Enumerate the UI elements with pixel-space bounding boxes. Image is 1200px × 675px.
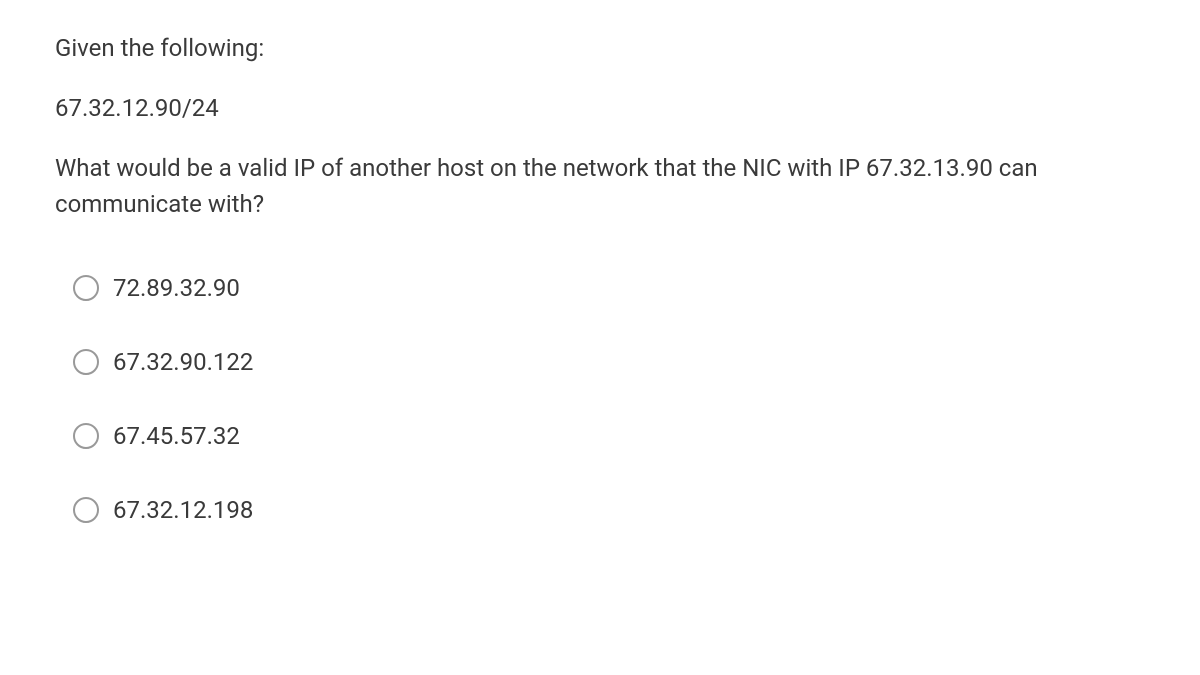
radio-icon xyxy=(73,349,99,375)
option-label: 67.45.57.32 xyxy=(113,418,240,454)
option-label: 67.32.90.122 xyxy=(113,344,253,380)
option-2[interactable]: 67.32.90.122 xyxy=(73,344,1145,380)
question-prompt: What would be a valid IP of another host… xyxy=(55,150,1145,222)
option-3[interactable]: 67.45.57.32 xyxy=(73,418,1145,454)
option-4[interactable]: 67.32.12.198 xyxy=(73,492,1145,528)
question-intro: Given the following: xyxy=(55,30,1145,66)
options-group: 72.89.32.90 67.32.90.122 67.45.57.32 67.… xyxy=(55,270,1145,528)
option-label: 72.89.32.90 xyxy=(113,270,240,306)
question-block: Given the following: 67.32.12.90/24 What… xyxy=(55,30,1145,222)
option-label: 67.32.12.198 xyxy=(113,492,253,528)
question-cidr: 67.32.12.90/24 xyxy=(55,90,1145,126)
option-1[interactable]: 72.89.32.90 xyxy=(73,270,1145,306)
radio-icon xyxy=(73,497,99,523)
radio-icon xyxy=(73,275,99,301)
radio-icon xyxy=(73,423,99,449)
